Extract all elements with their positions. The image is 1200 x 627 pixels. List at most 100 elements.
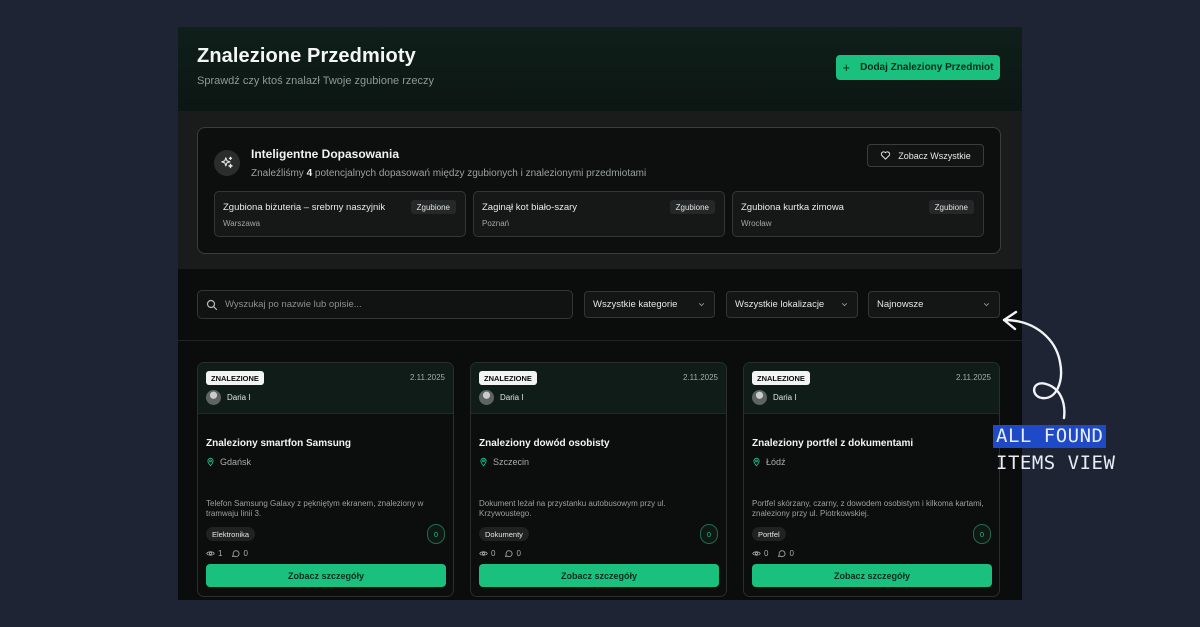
smart-matches-count: 4 xyxy=(306,168,313,179)
author-name: Daria I xyxy=(773,393,797,402)
match-item-badge: Zgubione xyxy=(410,200,456,214)
card-stats: 0 0 xyxy=(752,549,794,558)
card-header: ZNALEZIONE 2.11.2025 Daria I xyxy=(744,363,999,414)
match-item-title: Zgubiona biżuteria – srebrny naszyjnik xyxy=(223,202,386,213)
views-count: 1 xyxy=(218,549,223,558)
card-location: Szczecin xyxy=(479,457,529,467)
card-location-label: Gdańsk xyxy=(220,457,252,467)
view-details-button[interactable]: Zobacz szczegóły xyxy=(479,564,719,587)
comments-stat: 0 xyxy=(231,549,248,558)
location-select-value: Wszystkie lokalizacje xyxy=(735,299,825,310)
views-count: 0 xyxy=(491,549,496,558)
map-pin-icon xyxy=(207,457,214,467)
match-item[interactable]: Zgubiona biżuteria – srebrny naszyjnik W… xyxy=(214,191,466,237)
card-description: Portfel skórzany, czarny, z dowodem osob… xyxy=(752,499,984,518)
comments-stat: 0 xyxy=(777,549,794,558)
views-stat: 0 xyxy=(752,549,768,558)
author-name: Daria I xyxy=(227,393,251,402)
eye-icon xyxy=(479,551,488,556)
smart-matches-desc-end: potencjalnych dopasowań między zgubionyc… xyxy=(314,168,647,179)
see-all-button[interactable]: Zobacz Wszystkie xyxy=(867,144,984,167)
category-select-value: Wszystkie kategorie xyxy=(593,299,678,310)
chevron-down-icon xyxy=(841,303,848,307)
match-item-city: Poznań xyxy=(482,219,510,228)
smart-matches-desc-start: Znaleźliśmy xyxy=(251,168,304,179)
match-item-city: Wrocław xyxy=(741,219,772,228)
card-date: 2.11.2025 xyxy=(683,373,718,382)
status-badge: ZNALEZIONE xyxy=(752,371,810,385)
app-window: Znalezione Przedmioty Sprawdź czy ktoś z… xyxy=(178,27,1022,600)
comments-count: 0 xyxy=(789,549,794,558)
category-select[interactable]: Wszystkie kategorie xyxy=(584,291,715,318)
annotation-arrow-icon xyxy=(1002,310,1066,420)
views-count: 0 xyxy=(764,549,769,558)
card-date: 2.11.2025 xyxy=(956,373,991,382)
sort-select-value: Najnowsze xyxy=(877,299,924,310)
comment-icon xyxy=(232,550,240,558)
card-title: Znaleziony smartfon Samsung xyxy=(206,438,352,449)
search-box xyxy=(197,290,573,319)
card-stats: 0 0 xyxy=(479,549,521,558)
found-item-card: ZNALEZIONE 2.11.2025 Daria I Znaleziony … xyxy=(197,362,454,597)
card-location-label: Szczecin xyxy=(493,457,530,467)
see-all-label: Zobacz Wszystkie xyxy=(898,150,971,161)
comments-stat: 0 xyxy=(504,549,521,558)
view-details-button[interactable]: Zobacz szczegóły xyxy=(752,564,992,587)
sparkles-icon xyxy=(214,150,240,176)
smart-matches-title: Inteligentne Dopasowania xyxy=(251,147,400,161)
comments-count: 0 xyxy=(243,549,248,558)
match-item[interactable]: Zaginął kot biało-szary Poznań Zgubione xyxy=(473,191,725,237)
sort-select[interactable]: Najnowsze xyxy=(868,291,1000,318)
add-found-item-button[interactable]: + Dodaj Znaleziony Przedmiot xyxy=(836,55,1000,80)
page-title: Znalezione Przedmioty xyxy=(197,45,416,67)
card-location-label: Łódź xyxy=(766,457,786,467)
views-stat: 1 xyxy=(206,549,222,558)
add-found-item-label: Dodaj Znaleziony Przedmiot xyxy=(860,62,994,73)
match-item[interactable]: Zgubiona kurtka zimowa Wrocław Zgubione xyxy=(732,191,984,237)
avatar xyxy=(479,390,494,405)
card-description: Telefon Samsung Galaxy z pękniętym ekran… xyxy=(206,499,424,518)
match-count-badge: 0 xyxy=(427,524,445,544)
card-title: Znaleziony portfel z dokumentami xyxy=(752,438,914,449)
view-details-button[interactable]: Zobacz szczegóły xyxy=(206,564,446,587)
match-item-city: Warszawa xyxy=(223,219,261,228)
card-title: Znaleziony dowód osobisty xyxy=(479,438,610,449)
match-item-title: Zaginął kot biało-szary xyxy=(482,202,578,213)
category-badge: Dokumenty xyxy=(479,527,529,541)
card-stats: 1 0 xyxy=(206,549,248,558)
filters-bar: Wszystkie kategorie Wszystkie lokalizacj… xyxy=(178,269,1022,341)
card-header: ZNALEZIONE 2.11.2025 Daria I xyxy=(471,363,726,414)
comment-icon xyxy=(778,550,786,558)
match-item-badge: Zgubione xyxy=(669,200,715,214)
card-header: ZNALEZIONE 2.11.2025 Daria I xyxy=(198,363,453,414)
annotation-line-2: ITEMS VIEW xyxy=(996,452,1116,474)
avatar xyxy=(206,390,221,405)
comments-count: 0 xyxy=(516,549,521,558)
eye-icon xyxy=(206,551,215,556)
card-date: 2.11.2025 xyxy=(410,373,445,382)
match-item-title: Zgubiona kurtka zimowa xyxy=(741,202,844,213)
found-item-card: ZNALEZIONE 2.11.2025 Daria I Znaleziony … xyxy=(743,362,1000,597)
map-pin-icon xyxy=(480,457,487,467)
match-item-badge: Zgubione xyxy=(928,200,974,214)
location-select[interactable]: Wszystkie lokalizacje xyxy=(726,291,858,318)
card-description: Dokument leżał na przystanku autobusowym… xyxy=(479,499,666,518)
smart-matches-section: Inteligentne Dopasowania Znaleźliśmy 4 p… xyxy=(178,111,1022,269)
category-badge: Portfel xyxy=(752,527,786,541)
heart-icon xyxy=(881,151,891,160)
comment-icon xyxy=(505,550,513,558)
smart-matches-card: Inteligentne Dopasowania Znaleźliśmy 4 p… xyxy=(197,127,1001,254)
found-item-card: ZNALEZIONE 2.11.2025 Daria I Znaleziony … xyxy=(470,362,727,597)
chevron-down-icon xyxy=(698,303,705,307)
found-items-grid: ZNALEZIONE 2.11.2025 Daria I Znaleziony … xyxy=(178,342,1022,600)
page-subtitle: Sprawdź czy ktoś znalazł Twoje zgubione … xyxy=(197,75,435,87)
card-location: Łódź xyxy=(752,457,786,467)
search-input[interactable] xyxy=(225,299,545,310)
page-header: Znalezione Przedmioty Sprawdź czy ktoś z… xyxy=(178,27,1022,111)
annotation-line-1: ALL FOUND xyxy=(993,425,1107,448)
status-badge: ZNALEZIONE xyxy=(479,371,537,385)
category-badge: Elektronika xyxy=(206,527,256,541)
card-location: Gdańsk xyxy=(206,457,251,467)
avatar xyxy=(752,390,767,405)
plus-icon: + xyxy=(842,60,851,75)
